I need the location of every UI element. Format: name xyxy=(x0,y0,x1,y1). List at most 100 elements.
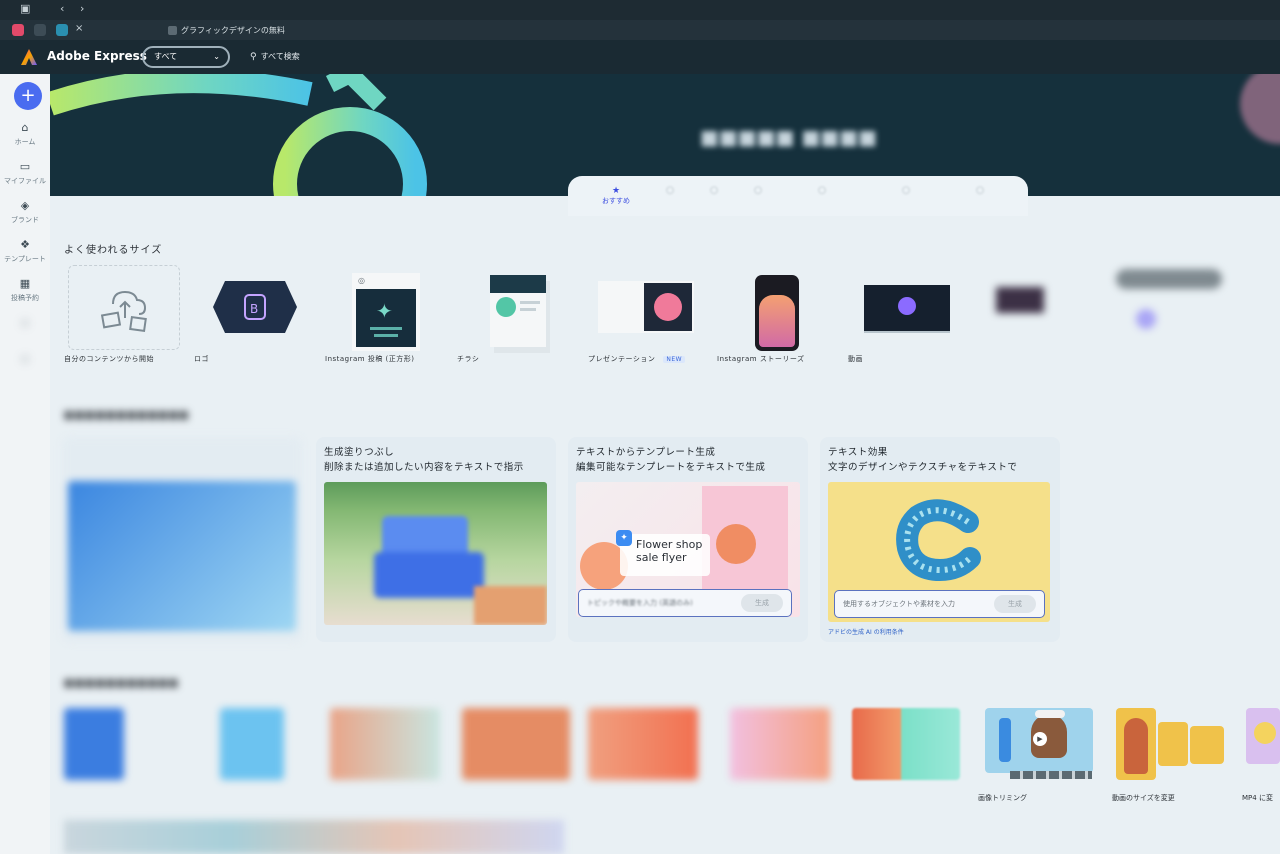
quick-action-crop-preview[interactable] xyxy=(852,708,960,780)
generate-button[interactable]: 生成 xyxy=(994,595,1036,613)
sidebar-item-schedule[interactable]: ▦ 投稿予約 xyxy=(0,277,50,303)
quick-action-blurred[interactable] xyxy=(64,708,124,780)
quick-action-image-crop[interactable]: ▶ xyxy=(985,708,1093,773)
close-tab-icon[interactable]: × xyxy=(75,23,83,34)
pinned-tab-icon[interactable] xyxy=(12,24,24,36)
ai-terms-link[interactable]: アドビの生成 AI の利用条件 xyxy=(828,627,904,636)
quick-action-label: 動画のサイズを変更 xyxy=(1112,794,1175,802)
sidebar-item-brand[interactable]: ◈ ブランド xyxy=(0,199,50,225)
card-image xyxy=(68,481,296,631)
search-scope-select[interactable]: すべて ⌄ xyxy=(142,46,230,68)
template-preview xyxy=(702,486,788,591)
category-tabs: ★ おすすめ ◯ ◯ ◯ ◯ ◯ ◯ xyxy=(568,176,1028,216)
person-graphic xyxy=(1124,718,1148,774)
pinned-tab-icon[interactable] xyxy=(56,24,68,36)
quick-action-blurred[interactable] xyxy=(220,708,284,780)
phone-preview xyxy=(755,275,799,351)
quick-action-label: MP4 に変 xyxy=(1242,794,1273,802)
sidebar-item-label: マイファイル xyxy=(4,177,46,185)
size-tile-blurred[interactable] xyxy=(1112,265,1222,350)
slide-artwork xyxy=(644,283,692,331)
bottle-graphic xyxy=(999,718,1011,762)
size-tile-blurred[interactable] xyxy=(992,265,1052,350)
adobe-express-logo-icon[interactable] xyxy=(20,48,38,66)
tab-blurred[interactable]: ◯ xyxy=(738,186,778,194)
size-label: 動画 xyxy=(848,355,863,363)
section-heading-blurred: ■■■■■■■■■■■ xyxy=(64,678,179,689)
start-from-content-tile[interactable] xyxy=(68,265,180,350)
story-artwork xyxy=(759,295,795,347)
quick-action-label: 画像トリミング xyxy=(978,794,1027,802)
video-tile[interactable] xyxy=(852,265,962,350)
presentation-preview xyxy=(598,281,694,333)
search-input[interactable]: ⚲ すべて検索 xyxy=(238,46,1280,68)
card-subtitle: 編集可能なテンプレートをテキストで生成 xyxy=(576,462,766,473)
size-label: ロゴ xyxy=(194,355,209,363)
active-browser-tab[interactable]: グラフィックデザインの無料 xyxy=(168,22,288,40)
sidebar-item-home[interactable]: ⌂ ホーム xyxy=(0,121,50,147)
instagram-stories-tile[interactable] xyxy=(722,265,832,351)
sidebar-item-label: テンプレート xyxy=(4,255,46,263)
quick-action-mp4[interactable] xyxy=(1246,708,1280,764)
chevron-down-icon: ⌄ xyxy=(213,52,220,61)
sidebar-item-templates[interactable]: ❖ テンプレート xyxy=(0,238,50,264)
star-icon: ★ xyxy=(611,186,621,196)
bottom-row-blurred xyxy=(64,820,564,854)
back-button[interactable]: ‹ xyxy=(60,2,64,15)
active-tab-title: グラフィックデザインの無料 xyxy=(181,26,285,35)
size-label-text: プレゼンテーション xyxy=(588,355,656,363)
text-line xyxy=(374,334,398,337)
tab-blurred[interactable]: ◯ xyxy=(960,186,1000,194)
video-scrubber[interactable] xyxy=(1010,771,1092,779)
hero-heading-blurred: ■■■■■ ■■■■ xyxy=(700,125,878,149)
floor-area xyxy=(474,586,547,625)
text-effect-prompt-input[interactable]: 使用するオブジェクトや素材を入力 生成 xyxy=(834,590,1045,618)
card-title: 生成塗りつぶし 削除または追加したい内容をテキストで指示 xyxy=(324,445,524,475)
pinned-tab-icon[interactable] xyxy=(34,24,46,36)
resize-preview xyxy=(1158,722,1188,766)
card-title: テキスト効果 文字のデザインやテクスチャをテキストで xyxy=(828,445,1017,475)
tab-blurred[interactable]: ◯ xyxy=(650,186,690,194)
home-icon: ⌂ xyxy=(21,121,29,134)
sidebar-item-blurred[interactable]: ◌ xyxy=(0,352,50,368)
ai-card-blurred[interactable] xyxy=(62,437,302,642)
logo-size-tile[interactable]: B xyxy=(196,265,306,350)
svg-text:B: B xyxy=(250,302,258,316)
presentation-tile[interactable] xyxy=(592,265,702,350)
quick-action-blurred[interactable] xyxy=(730,708,830,780)
common-sizes-heading: よく使われるサイズ xyxy=(64,245,163,256)
quick-action-blurred[interactable] xyxy=(330,708,440,780)
quick-action-resize-video[interactable] xyxy=(1116,708,1156,780)
headphones-graphic xyxy=(1254,722,1276,744)
size-preview xyxy=(1116,269,1222,289)
quick-action-blurred[interactable] xyxy=(588,708,698,780)
tab-blurred[interactable]: ◯ xyxy=(886,186,926,194)
card-title: テキストからテンプレート生成 編集可能なテンプレートをテキストで生成 xyxy=(576,445,765,475)
instagram-post-preview: ◎ ✦ xyxy=(352,273,420,351)
prompt-placeholder: 使用するオブジェクトや素材を入力 xyxy=(843,600,955,608)
sidebar-item-blurred[interactable]: ◌ xyxy=(0,316,50,332)
template-overlay-text: Flower shop sale flyer xyxy=(636,538,703,564)
ai-sparkle-icon: ✦ xyxy=(616,530,632,546)
create-button[interactable]: + xyxy=(14,82,42,110)
sidebar-item-files[interactable]: ▭ マイファイル xyxy=(0,160,50,186)
quick-action-blurred[interactable] xyxy=(462,708,570,780)
card-subtitle: 文字のデザインやテクスチャをテキストで xyxy=(828,462,1018,473)
flyer-tile[interactable] xyxy=(462,265,572,350)
search-placeholder: すべて検索 xyxy=(260,52,300,61)
instagram-square-tile[interactable]: ◎ ✦ xyxy=(326,265,442,351)
generate-button[interactable]: 生成 xyxy=(741,594,783,612)
tab-recommended[interactable]: ★ おすすめ xyxy=(596,186,636,206)
tab-blurred[interactable]: ◯ xyxy=(694,186,734,194)
size-label: Instagram 投稿 (正方形) xyxy=(325,355,415,363)
forward-button[interactable]: › xyxy=(80,2,84,15)
upload-cloud-icon xyxy=(100,290,147,333)
sidebar-item-label: ホーム xyxy=(14,138,36,146)
new-badge: NEW xyxy=(663,356,686,363)
tab-blurred[interactable]: ◯ xyxy=(802,186,842,194)
text-line xyxy=(370,327,402,330)
template-prompt-input[interactable]: トピックや概要を入力 (英語のみ) 生成 xyxy=(578,589,792,617)
sidebar-toggle-icon[interactable]: ▣ xyxy=(20,2,30,15)
size-label: 自分のコンテンツから開始 xyxy=(64,355,154,363)
flyer-preview xyxy=(490,275,546,347)
